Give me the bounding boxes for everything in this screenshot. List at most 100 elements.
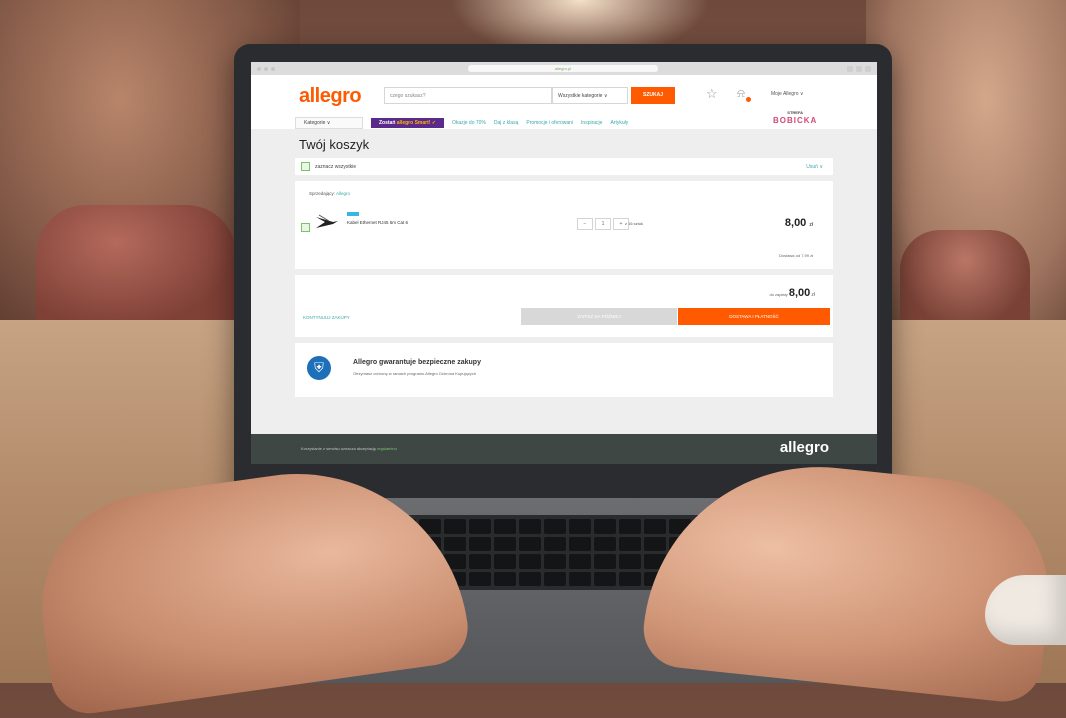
item-price-value: 8,00 [784, 217, 807, 229]
delivery-payment-button[interactable]: DOSTAWA I PŁATNOŚĆ [678, 308, 830, 325]
qty-minus-button[interactable]: − [577, 218, 593, 230]
keyboard-key [594, 571, 616, 586]
seller-label: Sprzedający: [309, 191, 336, 196]
select-all-checkbox[interactable] [301, 162, 310, 171]
star-icon[interactable]: ☆ [706, 86, 718, 102]
browser-toolbar: allegro.pl [251, 62, 877, 75]
keyboard-key [494, 536, 516, 551]
nav-link-inspiracje[interactable]: Inspiracje [581, 120, 602, 126]
seller-info: Sprzedający: Allegro [309, 191, 350, 196]
sum-total: do zapłaty 8,00 zł [769, 287, 815, 299]
keyboard-key [569, 536, 591, 551]
item-price-currency: zł [809, 222, 813, 228]
search-button[interactable]: SZUKAJ [631, 87, 675, 104]
laptop-screen: allegro.pl allegro czego szukasz? Wszyst… [251, 62, 877, 464]
guarantee-title: Allegro gwarantuje bezpieczne zakupy [353, 359, 481, 366]
footer-logo[interactable]: allegro [780, 439, 829, 456]
keyboard-key [519, 554, 541, 569]
keyboard-key [644, 536, 666, 551]
nav-link-artykuly[interactable]: Artykuły [610, 120, 628, 126]
keyboard-key [544, 554, 566, 569]
qty-input[interactable]: 1 [595, 218, 611, 230]
save-for-later-button[interactable]: ZAPISZ NA PÓŹNIEJ [521, 308, 677, 325]
keyboard-key [644, 519, 666, 534]
guarantee-box: ⛨ Allegro gwarantuje bezpieczne zakupy O… [295, 343, 833, 397]
item-price: 8,00 zł [785, 217, 813, 229]
chair-right [900, 230, 1030, 330]
account-menu[interactable]: Moje Allegro ∨ [771, 91, 804, 97]
promo-bobicka[interactable]: STREFA BOBICKA [773, 109, 817, 125]
smart-prefix: Zostań [379, 120, 396, 126]
product-image[interactable] [315, 213, 339, 231]
delivery-info: Dostawa od 7,99 zł [778, 253, 813, 258]
keyboard-key [494, 519, 516, 534]
keyboard-key [594, 536, 616, 551]
keyboard-key [594, 519, 616, 534]
category-select[interactable]: Wszystkie kategorie ∨ [552, 87, 628, 104]
allegro-logo[interactable]: allegro [299, 85, 362, 108]
coffee-cup [985, 575, 1066, 645]
nav-link-promocje[interactable]: Promocje i oferowani [526, 120, 573, 126]
site-header: allegro czego szukasz? Wszystkie kategor… [251, 75, 877, 129]
quantity-stepper: − 1 + [577, 218, 629, 230]
keyboard-key [544, 536, 566, 551]
item-checkbox[interactable] [301, 223, 310, 232]
keyboard-key [544, 571, 566, 586]
keyboard-key [444, 536, 466, 551]
keyboard-key [619, 536, 641, 551]
delete-button[interactable]: Usuń ∨ [806, 164, 823, 170]
categories-dropdown[interactable]: Kategorie ∨ [295, 117, 363, 129]
new-tab-icon[interactable] [865, 65, 871, 72]
chair-left [36, 205, 236, 330]
cart-item: Sprzedający: Allegro Kabel Ethernet RJ45… [295, 181, 833, 269]
keyboard-key [494, 571, 516, 586]
address-bar[interactable]: allegro.pl [468, 65, 658, 72]
keyboard-key [569, 554, 591, 569]
window-maximize-icon[interactable] [271, 66, 275, 71]
seller-link[interactable]: Allegro [336, 191, 350, 196]
smart-banner[interactable]: Zostań allegro Smart! ✓ [371, 118, 444, 128]
promo-name: BOBICKA [773, 116, 818, 125]
cart-page: Twój koszyk zaznacz wszystkie Usuń ∨ Spr… [251, 137, 877, 397]
nav-link-daj[interactable]: Daj z klasą [494, 120, 518, 126]
tabs-icon[interactable] [856, 65, 862, 72]
keyboard-key [544, 519, 566, 534]
cart-summary: do zapłaty 8,00 zł KONTYNUUJ ZAKUPY ZAPI… [295, 275, 833, 337]
share-icon[interactable] [847, 65, 853, 72]
sum-currency: zł [811, 292, 815, 298]
sum-label: do zapłaty [769, 292, 788, 297]
qty-note: z 16 sztuk [625, 221, 644, 226]
keyboard-key [469, 554, 491, 569]
keyboard-key [619, 519, 641, 534]
site-footer: Korzystanie z serwisu oznacza akceptację… [251, 434, 877, 464]
smart-badge [347, 212, 359, 216]
item-name[interactable]: Kabel Ethernet RJ45 5m Cat 6 [347, 220, 408, 225]
nav-link-okazje[interactable]: Okazje do 70% [452, 120, 486, 126]
keyboard-key [569, 519, 591, 534]
keyboard-key [469, 536, 491, 551]
keyboard-key [469, 519, 491, 534]
select-all-row: zaznacz wszystkie Usuń ∨ [295, 158, 833, 175]
keyboard-key [494, 554, 516, 569]
keyboard-key [469, 571, 491, 586]
select-all-label: zaznacz wszystkie [315, 163, 357, 170]
keyboard-key [519, 571, 541, 586]
footer-text: Korzystanie z serwisu oznacza akceptację… [301, 446, 397, 451]
keyboard-key [594, 554, 616, 569]
smart-brand: allegro Smart! ✓ [396, 120, 436, 126]
keyboard-key [619, 571, 641, 586]
keyboard-key [619, 554, 641, 569]
keyboard-key [519, 519, 541, 534]
search-input[interactable]: czego szukasz? [384, 87, 552, 104]
window-close-icon[interactable] [257, 66, 261, 71]
footer-text-prefix: Korzystanie z serwisu oznacza akceptację [301, 446, 376, 451]
footer-terms-link[interactable]: regulaminu [377, 446, 397, 451]
window-minimize-icon[interactable] [264, 66, 268, 71]
keyboard-key [444, 519, 466, 534]
keyboard-key [519, 536, 541, 551]
continue-shopping-link[interactable]: KONTYNUUJ ZAKUPY [303, 315, 350, 320]
page-title: Twój koszyk [299, 137, 370, 152]
shield-icon: ⛨ [307, 356, 331, 380]
browser-buttons [847, 65, 871, 72]
notification-icon[interactable]: ⍾ [737, 86, 745, 101]
